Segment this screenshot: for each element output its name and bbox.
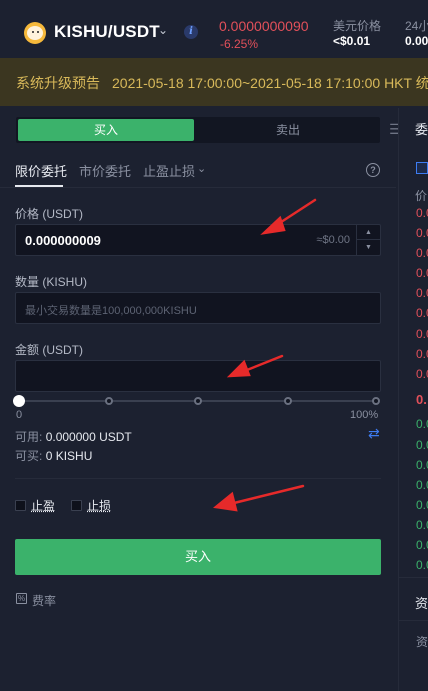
available-value: 0.000000 USDT — [45, 430, 132, 444]
buy-tab[interactable]: 买入 — [18, 119, 194, 141]
help-icon[interactable]: ? — [366, 163, 380, 177]
divider — [0, 187, 396, 188]
slider-handle[interactable] — [13, 395, 25, 407]
orderbook-price-header: 价 — [415, 189, 428, 203]
high-24h-value: 0.00 — [405, 34, 428, 48]
orderbook-sell-row[interactable]: 0.0 — [416, 226, 428, 240]
orderbook-buy-row[interactable]: 0.0 — [416, 498, 428, 512]
caret-up-icon[interactable]: ▲ — [357, 225, 380, 240]
orderbook-buy-row[interactable]: 0.0 — [416, 478, 428, 492]
total-input[interactable] — [15, 360, 381, 392]
transfer-icon[interactable]: ⇄ — [368, 425, 380, 442]
chevron-down-icon[interactable]: ⌄ — [158, 23, 168, 37]
upgrade-notice-banner[interactable]: 系统升级预告 2021-05-18 17:00:00~2021-05-18 17… — [0, 58, 428, 106]
orderbook-mid-price: 0. — [416, 392, 427, 407]
buyable-amount: 可买: 0 KISHU — [15, 447, 92, 464]
orderbook-sell-row[interactable]: 0.0 — [416, 286, 428, 300]
take-profit-label[interactable]: 止盈 — [31, 497, 55, 514]
buy-sell-toggle: 买入 卖出 — [16, 117, 380, 143]
orderbook-sell-row[interactable]: 0.0 — [416, 246, 428, 260]
buyable-label: 可买: — [15, 449, 43, 463]
orderbook-buy-row[interactable]: 0.0 — [416, 458, 428, 472]
kishu-coin-icon — [24, 22, 46, 44]
orderbook-view-icon[interactable] — [416, 162, 428, 174]
notice-text: 2021-05-18 17:00:00~2021-05-18 17:10:00 … — [112, 75, 428, 91]
percent-icon: % — [16, 593, 27, 604]
divider — [398, 620, 428, 621]
price-change: -6.25% — [220, 37, 259, 51]
chevron-down-icon[interactable]: ⌄ — [197, 162, 206, 175]
divider — [15, 478, 381, 479]
stop-loss-checkbox[interactable] — [71, 500, 82, 511]
amount-input[interactable]: 最小交易数量是100,000,000KISHU — [15, 292, 381, 324]
orderbook-buy-row[interactable]: 0.0 — [416, 538, 428, 552]
total-label: 金额 (USDT) — [15, 343, 83, 357]
divider — [398, 577, 428, 578]
orderbook-sell-row[interactable]: 0.0 — [416, 206, 428, 220]
orderbook-sell-row[interactable]: 0.0 — [416, 327, 428, 341]
amount-placeholder: 最小交易数量是100,000,000KISHU — [25, 305, 197, 317]
orderbook-sell-row[interactable]: 0.0 — [416, 266, 428, 280]
tab-market-order[interactable]: 市价委托 — [79, 161, 131, 180]
take-profit-checkbox[interactable] — [15, 500, 26, 511]
price-approx-usd: ≈$0.00 — [316, 234, 350, 246]
assets-subtitle: 资 — [416, 635, 428, 649]
price-stepper[interactable]: ▲ ▼ — [356, 225, 380, 255]
high-24h-label: 24小 — [405, 19, 428, 33]
price-input[interactable]: 0.000000009 ≈$0.00 ▲ ▼ — [15, 224, 381, 256]
stop-loss-label[interactable]: 止损 — [87, 497, 111, 514]
slider-mark-25[interactable] — [105, 397, 113, 405]
buyable-value: 0 KISHU — [45, 449, 93, 463]
assets-title: 资 — [415, 596, 428, 611]
price-label: 价格 (USDT) — [15, 207, 83, 221]
orderbook-buy-row[interactable]: 0.0 — [416, 438, 428, 452]
usd-price-value: <$0.01 — [333, 34, 371, 48]
orderbook-title: 委 — [415, 122, 428, 137]
available-balance: 可用: 0.000000 USDT — [15, 428, 132, 445]
orderbook-sell-row[interactable]: 0.0 — [416, 347, 428, 361]
slider-mark-75[interactable] — [284, 397, 292, 405]
orderbook-buy-row[interactable]: 0.0 — [416, 417, 428, 431]
orderbook-buy-row[interactable]: 0.0 — [416, 518, 428, 532]
notice-title: 系统升级预告 — [16, 75, 100, 91]
slider-max-label: 100% — [350, 409, 379, 421]
orderbook-buy-row[interactable]: 0.0 — [416, 558, 428, 572]
fee-rate-link[interactable]: 费率 — [32, 592, 56, 609]
available-label: 可用: — [15, 430, 43, 444]
info-icon[interactable]: i — [184, 25, 198, 39]
slider-min-label: 0 — [16, 409, 23, 421]
buy-button[interactable]: 买入 — [15, 539, 381, 575]
slider-mark-100[interactable] — [372, 397, 380, 405]
last-price: 0.0000000090 — [219, 18, 309, 34]
slider-mark-50[interactable] — [194, 397, 202, 405]
caret-down-icon[interactable]: ▼ — [357, 240, 380, 255]
sell-tab[interactable]: 卖出 — [198, 119, 378, 141]
pair-selector[interactable]: KISHU/USDT — [54, 22, 160, 42]
tab-limit-order[interactable]: 限价委托 — [15, 161, 67, 180]
price-value: 0.000000009 — [25, 233, 101, 248]
amount-label: 数量 (KISHU) — [15, 275, 88, 289]
usd-price-label: 美元价格 — [333, 19, 382, 33]
tab-stop-order[interactable]: 止盈止损 — [143, 161, 195, 180]
orderbook-sell-row[interactable]: 0.0 — [416, 306, 428, 320]
orderbook-sell-row[interactable]: 0.0 — [416, 367, 428, 381]
